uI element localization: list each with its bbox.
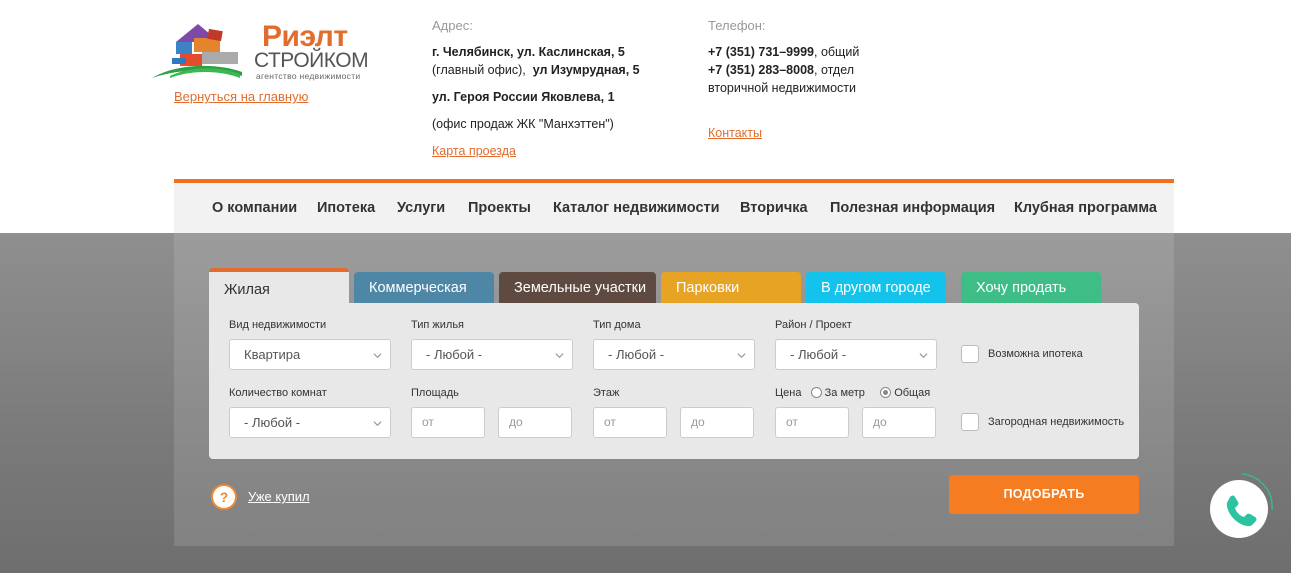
nav-item-projects[interactable]: Проекты [468,200,531,216]
price-total-label: Общая [894,387,931,399]
rooms-select[interactable]: - Любой - [229,407,391,438]
address-line-4: (офис продаж ЖК "Манхэттен") [432,117,614,131]
housing-type-label: Тип жилья [411,319,465,331]
nav-item-about[interactable]: О компании [212,200,297,216]
address-block: Адрес: г. Челябинск, ул. Каслинская, 5 (… [432,17,692,160]
search-submit-button[interactable]: ПОДОБРАТЬ [949,475,1139,514]
chevron-down-icon [555,353,564,359]
nav-item-club[interactable]: Клубная программа [1014,200,1157,216]
already-bought-link[interactable]: Уже купил [248,489,310,504]
tab-land[interactable]: Земельные участки [499,272,656,304]
question-icon[interactable]: ? [211,484,237,510]
map-link[interactable]: Карта проезда [432,144,516,158]
nav-item-catalog[interactable]: Каталог недвижимости [553,200,720,216]
price-per-meter-radio[interactable] [810,387,822,398]
tab-parking[interactable]: Парковки [661,272,801,304]
price-to-input[interactable]: до [862,407,936,438]
chevron-down-icon [373,421,382,427]
district-label: Район / Проект [775,319,852,331]
tab-residential[interactable]: Жилая [209,268,349,304]
tab-sell[interactable]: Хочу продать [961,272,1101,304]
property-type-label: Вид недвижимости [229,319,327,331]
country-label: Загородная недвижимость [988,416,1125,428]
back-home-link[interactable]: Вернуться на главную [174,89,308,104]
rooms-label: Количество комнат [229,387,327,399]
nav-item-info[interactable]: Полезная информация [830,200,995,216]
mortgage-label: Возможна ипотека [988,348,1083,360]
address-line-3: ул. Героя России Яковлева, 1 [432,90,615,104]
house-type-select[interactable]: - Любой - [593,339,755,370]
phone-call-icon [1226,495,1257,527]
area-from-input[interactable]: от [411,407,485,438]
phone-number-2[interactable]: +7 (351) 283–8008 [708,63,814,77]
rooms-value: - Любой - [244,415,301,430]
address-line-1: г. Челябинск, ул. Каслинская, 5 [432,45,625,59]
price-total-radio[interactable] [880,387,892,398]
logo-subtitle: СТРОЙКОМ [254,49,369,72]
nav-item-mortgage[interactable]: Ипотека [317,200,375,216]
area-label: Площадь [411,387,459,399]
phone-2-note: , отдел [814,63,855,77]
search-form: Вид недвижимости Тип жилья Тип дома Райо… [209,303,1139,459]
price-per-meter-label: За метр [824,387,865,399]
address-line-2-note: (главный офис), [432,63,526,77]
phone-2-note-2: вторичной недвижимости [708,81,857,95]
housing-type-value: - Любой - [426,347,483,362]
phone-line-2: +7 (351) 283–8008, отдел [708,61,908,79]
area-to-input[interactable]: до [498,407,572,438]
phone-number-1[interactable]: +7 (351) 731–9999 [708,45,814,59]
district-value: - Любой - [790,347,847,362]
address-line-2-street: ул Изумрудная, 5 [532,63,640,77]
floor-label: Этаж [593,387,620,399]
chevron-down-icon [919,353,928,359]
tab-commercial[interactable]: Коммерческая [354,272,494,304]
price-from-input[interactable]: от [775,407,849,438]
callback-button[interactable] [1210,480,1268,538]
floor-from-input[interactable]: от [593,407,667,438]
phone-label: Телефон: [708,18,766,33]
phone-line-1: +7 (351) 731–9999, общий [708,43,908,61]
house-type-label: Тип дома [593,319,641,331]
contacts-link[interactable]: Контакты [708,126,762,140]
price-label-group: Цена За метр Общая [775,387,930,399]
logo-tagline: агентство недвижимости [256,71,361,81]
district-select[interactable]: - Любой - [775,339,937,370]
chevron-down-icon [737,353,746,359]
floor-to-input[interactable]: до [680,407,754,438]
mortgage-checkbox[interactable] [961,345,979,363]
address-label: Адрес: [432,18,473,33]
country-checkbox[interactable] [961,413,979,431]
property-type-value: Квартира [244,347,301,362]
chevron-down-icon [373,353,382,359]
housing-type-select[interactable]: - Любой - [411,339,573,370]
nav-item-secondary[interactable]: Вторичка [740,200,808,216]
address-line-2: (главный офис), ул Изумрудная, 5 [432,61,692,79]
property-type-select[interactable]: Квартира [229,339,391,370]
house-type-value: - Любой - [608,347,665,362]
phone-block: Телефон: +7 (351) 731–9999, общий +7 (35… [708,17,908,142]
price-label: Цена [775,387,802,399]
nav-item-services[interactable]: Услуги [397,200,445,216]
main-nav: О компании Ипотека Услуги Проекты Катало… [174,179,1174,233]
tab-other-city[interactable]: В другом городе [806,272,946,304]
phone-1-note: , общий [814,45,860,59]
